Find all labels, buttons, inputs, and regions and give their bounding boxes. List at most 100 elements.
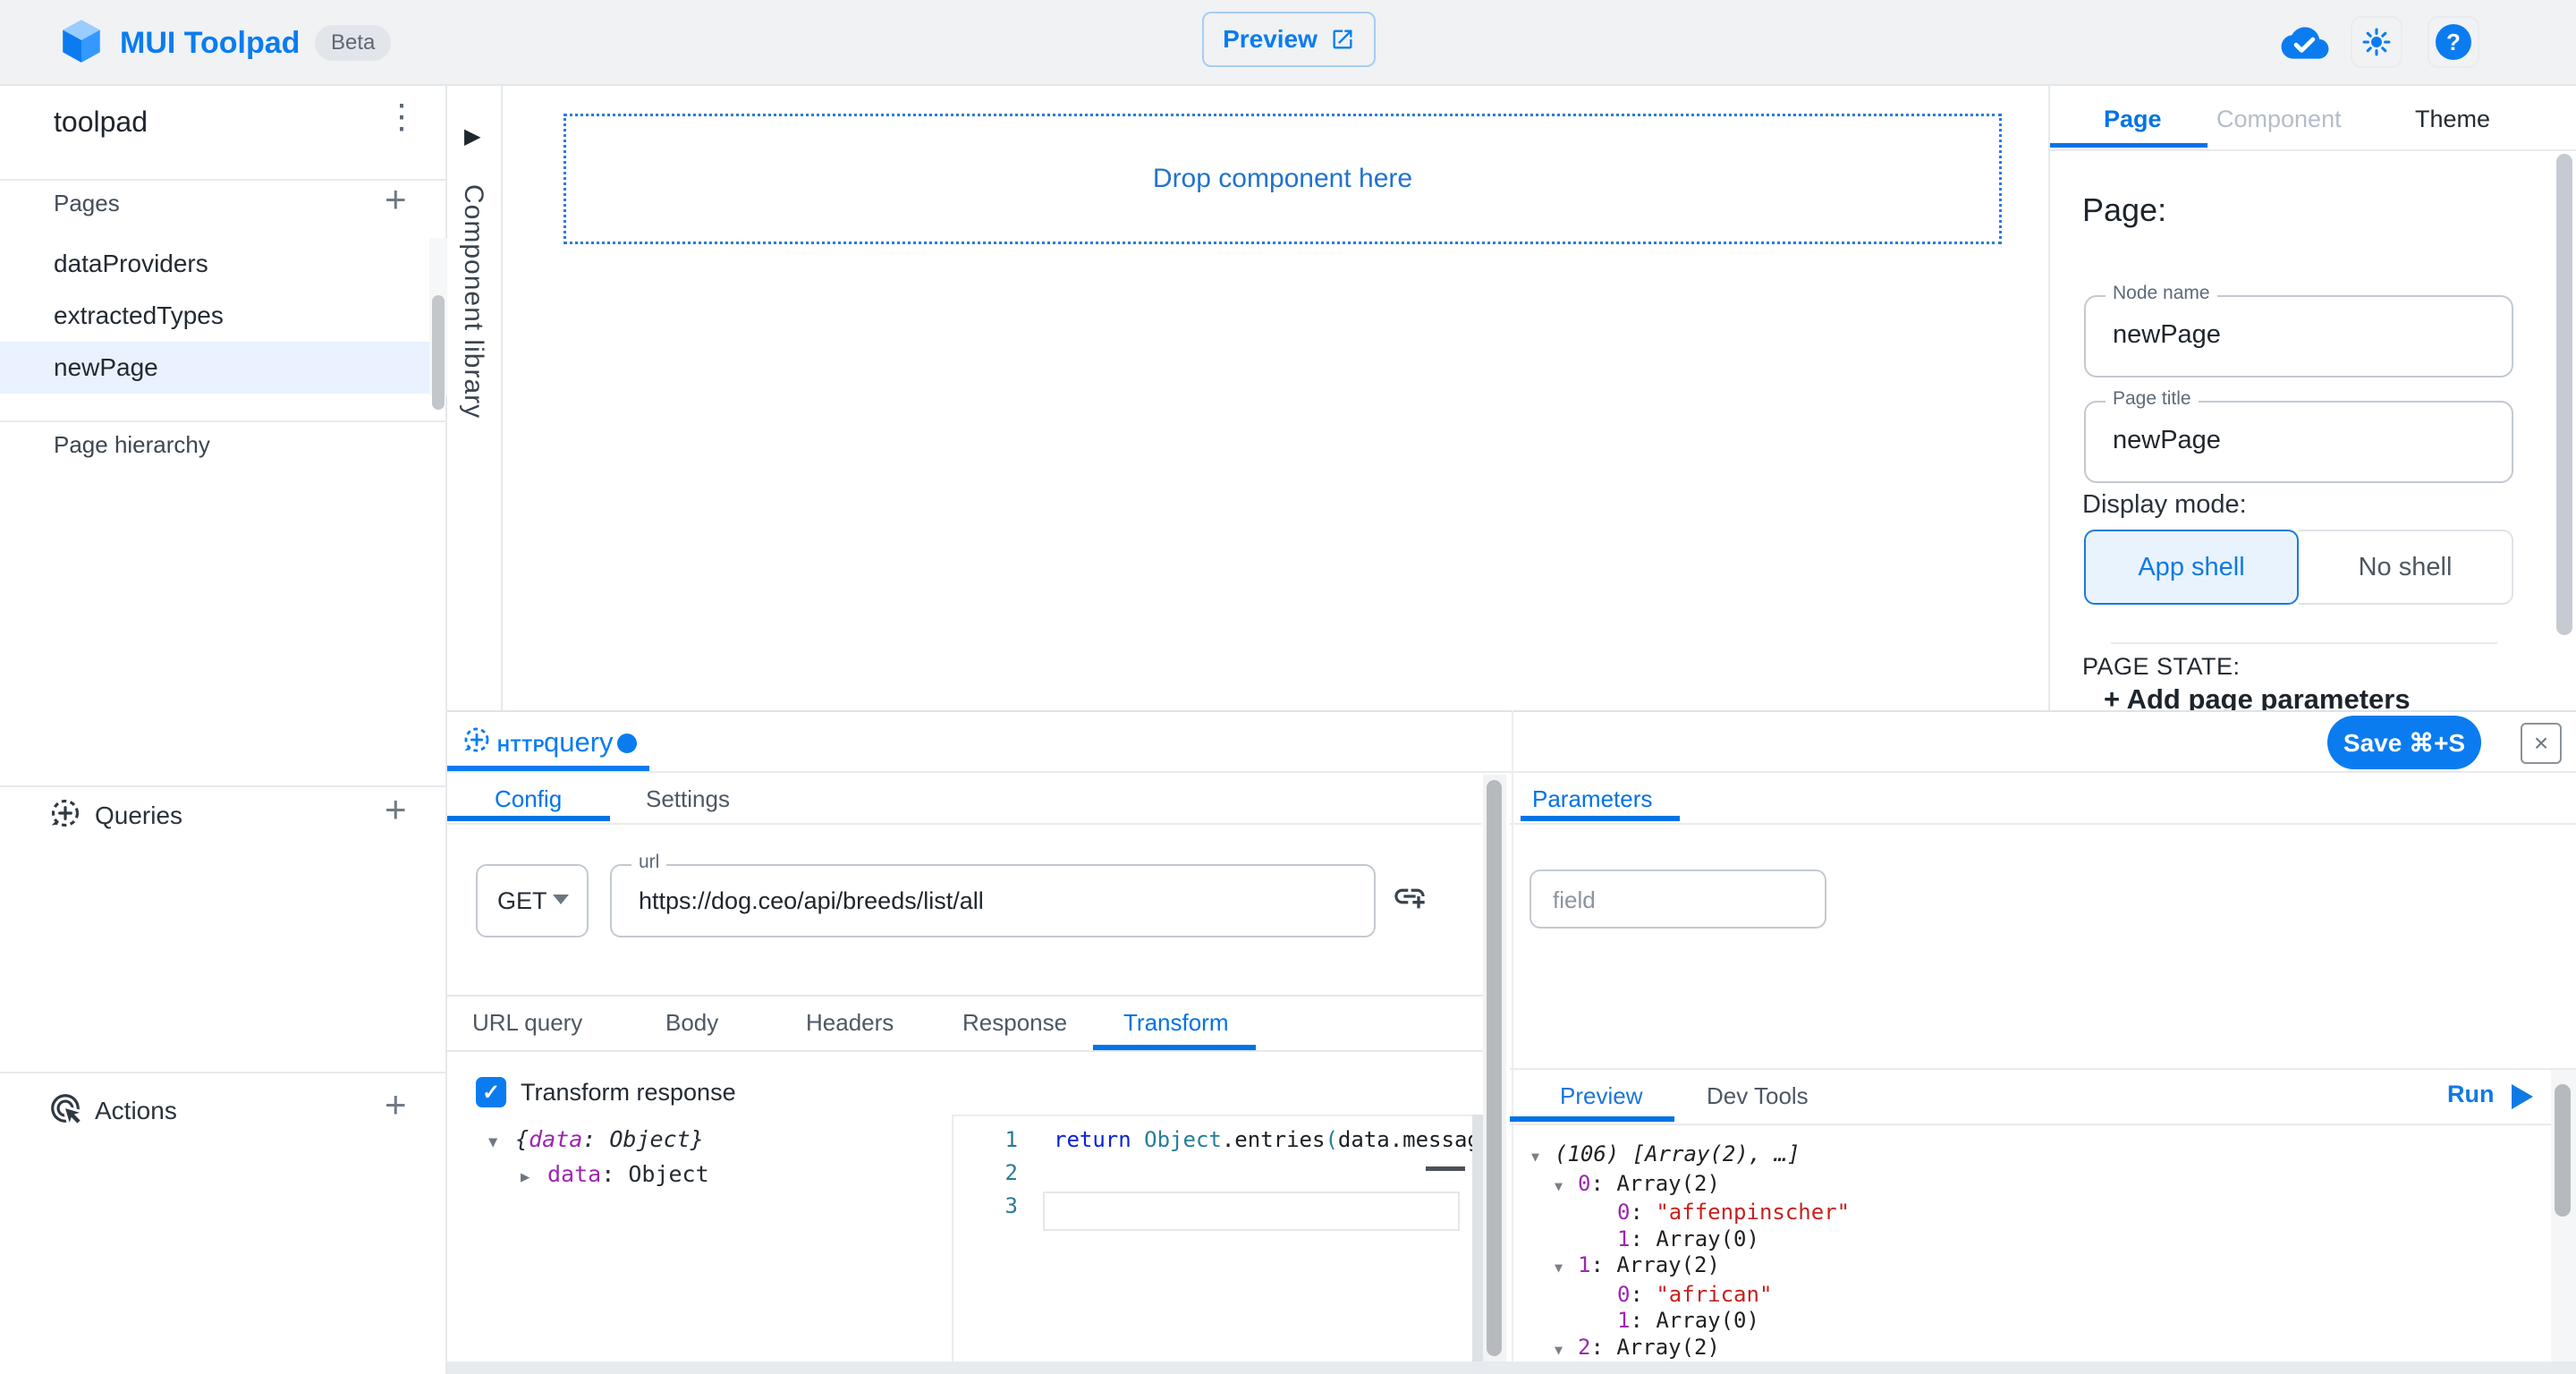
tree-row: ▼2: Array(2) <box>1510 1335 2529 1362</box>
close-icon: × <box>2534 729 2548 758</box>
component-library-expand-icon[interactable]: ▶ <box>464 123 480 149</box>
query-tab-protocol[interactable]: HTTP <box>497 737 546 757</box>
tree-segment: 0 <box>1578 1171 1590 1196</box>
code-token: Object <box>1144 1127 1222 1152</box>
save-button[interactable]: Save ⌘+S <box>2327 716 2481 769</box>
tree-segment: : Array(2) <box>1590 1252 1720 1277</box>
tree-row: 1: Array(0) <box>1510 1308 2529 1335</box>
sidebar-item-dataproviders[interactable]: dataProviders <box>0 238 431 290</box>
run-button[interactable]: Run <box>2447 1081 2494 1108</box>
tab-url-query[interactable]: URL query <box>472 1009 582 1037</box>
component-library-label: Component library <box>458 184 488 419</box>
tree-segment: : <box>1630 1282 1656 1307</box>
preview-button-label: Preview <box>1223 25 1318 54</box>
help-button[interactable]: ? <box>2428 16 2479 68</box>
add-binding-link-icon[interactable] <box>1392 878 1428 914</box>
page-state-label: PAGE STATE: <box>2082 653 2241 681</box>
sun-icon <box>2361 27 2392 57</box>
tree-row: ▼1: Array(2) <box>1510 1252 2529 1282</box>
tab-component[interactable]: Component <box>2216 106 2342 133</box>
parameter-name-input[interactable] <box>1551 871 1805 929</box>
transform-code-editor[interactable]: 1 2 3 return Object.entries(data.messag <box>952 1115 1472 1361</box>
query-tab-name[interactable]: query <box>544 726 614 759</box>
tab-parameters[interactable]: Parameters <box>1532 785 1652 813</box>
schema-segment: { <box>515 1126 529 1152</box>
tree-row: ▼(106) [Array(2), …] <box>1510 1141 2529 1171</box>
editor-code-line: return Object.entries(data.messag <box>1054 1127 1472 1152</box>
config-scrollbar-thumb[interactable] <box>1487 780 1502 1356</box>
pages-section-title: Pages <box>54 190 120 217</box>
tree-row: ▼0: Array(2) <box>1510 1171 2529 1200</box>
display-mode-option-no-shell[interactable]: No shell <box>2299 530 2513 605</box>
tab-theme[interactable]: Theme <box>2415 106 2490 133</box>
actions-section-label: Actions <box>95 1097 177 1125</box>
schema-segment: : Object} <box>582 1126 703 1152</box>
checkmark-icon: ✓ <box>482 1080 500 1106</box>
project-menu-kebab-icon[interactable]: ⋮ <box>385 100 419 134</box>
schema-segment: : Object <box>601 1161 708 1187</box>
tab-settings[interactable]: Settings <box>646 785 730 813</box>
page-hierarchy-label: Page hierarchy <box>54 431 210 459</box>
add-page-button[interactable]: + <box>385 181 407 218</box>
tab-page[interactable]: Page <box>2104 106 2162 133</box>
tree-row: 0: "african" <box>1510 1282 2529 1309</box>
tab-dev-tools[interactable]: Dev Tools <box>1707 1082 1809 1110</box>
tree-expand-icon[interactable]: ▼ <box>1555 1174 1578 1200</box>
display-mode-option-app-shell[interactable]: App shell <box>2084 530 2299 605</box>
tree-segment: : Array(2) <box>1590 1171 1720 1196</box>
parameters-active-tab-indicator <box>1521 816 1680 821</box>
tab-preview[interactable]: Preview <box>1560 1082 1642 1110</box>
tree-row: 0: "affenpinscher" <box>1510 1200 2529 1226</box>
transform-response-checkbox[interactable]: ✓ <box>476 1077 506 1107</box>
add-action-button[interactable]: + <box>385 1086 407 1124</box>
schema-tree-row: ▶data: Object <box>488 1158 709 1193</box>
tab-transform[interactable]: Transform <box>1123 1009 1229 1037</box>
preview-button[interactable]: Preview <box>1202 12 1376 67</box>
preview-active-tab-indicator <box>1510 1116 1674 1122</box>
external-link-icon <box>1330 27 1355 52</box>
line-number: 2 <box>982 1160 1018 1185</box>
editor-selection-dash <box>1426 1166 1465 1171</box>
play-icon[interactable] <box>2512 1084 2533 1109</box>
help-icon: ? <box>2436 24 2471 60</box>
tab-config[interactable]: Config <box>495 785 562 813</box>
tab-response[interactable]: Response <box>962 1009 1067 1037</box>
status-strip <box>447 1361 2576 1374</box>
code-token: return <box>1054 1127 1144 1152</box>
app-title: MUI Toolpad <box>120 0 300 86</box>
inspector-scrollbar-thumb[interactable] <box>2556 154 2572 635</box>
tab-headers[interactable]: Headers <box>806 1009 894 1037</box>
tree-segment: 1 <box>1578 1252 1590 1277</box>
pages-scrollbar-thumb[interactable] <box>432 295 445 410</box>
response-schema-tree: ▼{data: Object}▶data: Object <box>488 1124 709 1193</box>
tree-row: 1: Array(0) <box>1510 1226 2529 1253</box>
tree-expand-icon[interactable]: ▶ <box>521 1162 547 1193</box>
display-mode-toggle-group: App shellNo shell <box>2084 530 2513 605</box>
tab-body[interactable]: Body <box>665 1009 718 1037</box>
add-query-button[interactable]: + <box>385 791 407 828</box>
editor-scrollbar[interactable] <box>1472 1115 1483 1361</box>
queries-section-label: Queries <box>95 802 182 830</box>
sidebar-item-newpage[interactable]: newPage <box>0 342 431 394</box>
add-page-parameters-label: Add page parameters <box>2127 683 2411 710</box>
tree-expand-icon[interactable]: ▼ <box>488 1127 515 1158</box>
queries-icon <box>48 796 82 830</box>
transform-response-label: Transform response <box>521 1079 736 1107</box>
line-number: 3 <box>982 1193 1018 1218</box>
close-query-panel-button[interactable]: × <box>2521 723 2562 764</box>
line-number: 1 <box>982 1127 1018 1152</box>
canvas-dropzone[interactable]: Drop component here <box>564 114 2002 244</box>
tree-expand-icon[interactable]: ▼ <box>1531 1144 1555 1171</box>
http-method-value: GET <box>497 887 547 915</box>
tree-expand-icon[interactable]: ▼ <box>1555 1337 1578 1362</box>
tree-segment: : <box>1630 1200 1656 1225</box>
code-token: data.messag <box>1338 1127 1472 1152</box>
tree-expand-icon[interactable]: ▼ <box>1555 1255 1578 1282</box>
sidebar-item-extractedtypes[interactable]: extractedTypes <box>0 290 431 342</box>
inspector-active-tab-indicator <box>2050 143 2207 148</box>
theme-toggle-button[interactable] <box>2351 16 2402 68</box>
preview-scrollbar-thumb[interactable] <box>2555 1084 2571 1217</box>
parameter-field-container <box>1530 869 1826 929</box>
add-page-parameters-button[interactable]: + Add page parameters <box>2104 683 2524 710</box>
page-heading: Page: <box>2082 191 2166 229</box>
